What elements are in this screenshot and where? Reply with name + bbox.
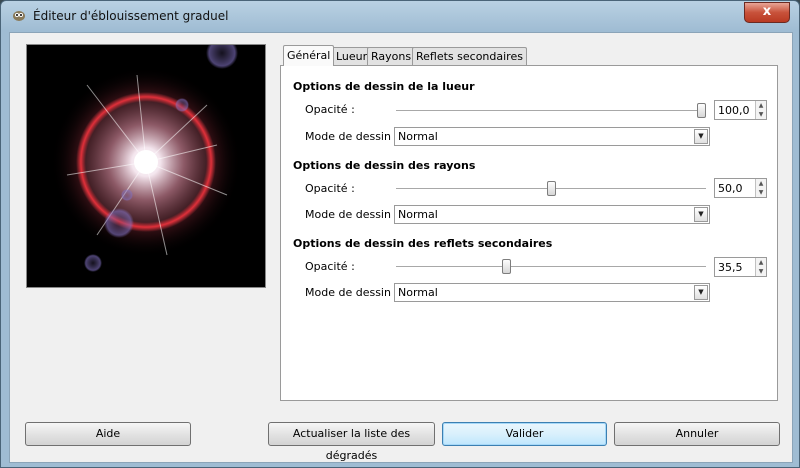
dialog-body: Général Lueur Rayons Reflets secondaires… (9, 32, 793, 463)
help-button[interactable]: Aide (25, 422, 191, 446)
title-bar[interactable]: Éditeur d'éblouissement graduel x (1, 1, 799, 31)
mode-label: Mode de dessin : (305, 130, 399, 143)
slider-thumb[interactable] (502, 259, 512, 274)
dialog-window: Éditeur d'éblouissement graduel x Généra… (0, 0, 800, 468)
rays-opacity-slider[interactable] (396, 181, 706, 196)
combo-value: Normal (398, 130, 438, 143)
flare-preview-image (51, 45, 241, 272)
combo-value: Normal (398, 286, 438, 299)
spin-arrows-icon[interactable]: ▲ ▼ (755, 101, 766, 119)
opacity-label: Opacité : (305, 182, 355, 195)
slider-thumb[interactable] (697, 103, 707, 118)
general-tab-panel: Options de dessin de la lueur Opacité : … (280, 65, 778, 401)
flare-preview (26, 44, 266, 288)
rays-opacity-spinbutton[interactable]: 50,0 ▲ ▼ (714, 178, 767, 198)
tab-lueur[interactable]: Lueur (332, 47, 372, 65)
window-title: Éditeur d'éblouissement graduel (33, 9, 229, 23)
spin-value: 50,0 (718, 182, 743, 195)
gimp-icon (13, 11, 25, 21)
opacity-label: Opacité : (305, 260, 355, 273)
mode-label: Mode de dessin : (305, 286, 399, 299)
opacity-label: Opacité : (305, 103, 355, 116)
tab-reflets-secondaires[interactable]: Reflets secondaires (412, 47, 527, 65)
chevron-down-icon[interactable]: ▼ (694, 285, 708, 300)
refresh-gradients-button[interactable]: Actualiser la liste des dégradés (268, 422, 435, 462)
secondary-opacity-slider[interactable] (396, 259, 706, 274)
glow-opacity-spinbutton[interactable]: 100,0 ▲ ▼ (714, 100, 767, 120)
tab-rayons[interactable]: Rayons (367, 47, 416, 65)
section-title-glow: Options de dessin de la lueur (293, 80, 475, 93)
mode-label: Mode de dessin : (305, 208, 399, 221)
ok-button[interactable]: Valider (442, 422, 607, 446)
slider-thumb[interactable] (547, 181, 556, 196)
cancel-button[interactable]: Annuler (614, 422, 780, 446)
close-button[interactable]: x (744, 2, 790, 23)
rays-mode-combo[interactable]: Normal ▼ (394, 205, 710, 224)
spin-arrows-icon[interactable]: ▲ ▼ (755, 179, 766, 197)
spin-value: 35,5 (718, 261, 743, 274)
spin-arrows-icon[interactable]: ▲ ▼ (755, 258, 766, 276)
chevron-down-icon[interactable]: ▼ (694, 129, 708, 144)
spin-value: 100,0 (718, 104, 750, 117)
section-title-rays: Options de dessin des rayons (293, 159, 476, 172)
combo-value: Normal (398, 208, 438, 221)
glow-mode-combo[interactable]: Normal ▼ (394, 127, 710, 146)
tab-general[interactable]: Général (283, 45, 335, 66)
secondary-mode-combo[interactable]: Normal ▼ (394, 283, 710, 302)
glow-opacity-slider[interactable] (396, 103, 707, 118)
chevron-down-icon[interactable]: ▼ (694, 207, 708, 222)
secondary-opacity-spinbutton[interactable]: 35,5 ▲ ▼ (714, 257, 767, 277)
section-title-secondary-flares: Options de dessin des reflets secondaire… (293, 237, 553, 250)
close-icon: x (762, 4, 772, 19)
